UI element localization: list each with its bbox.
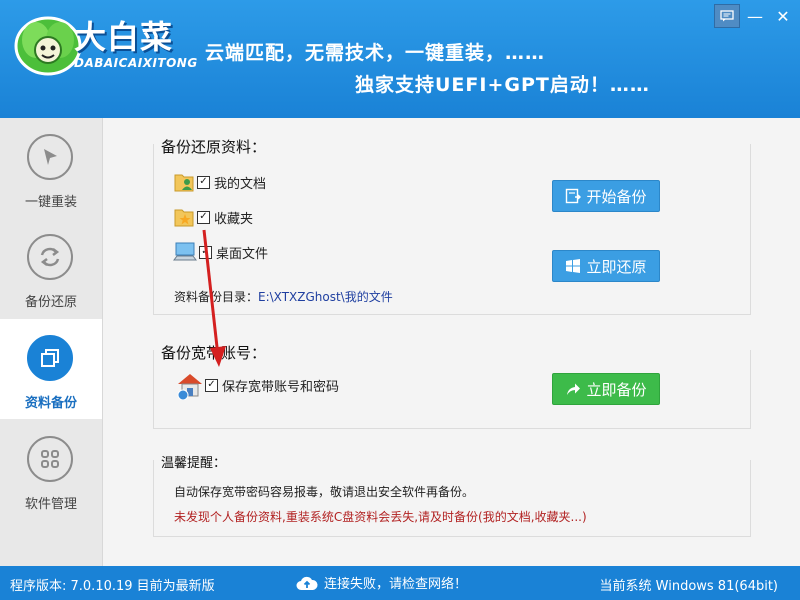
- backup-item-my-documents: ✓ 我的文档: [173, 170, 266, 194]
- sidebar-item-data-backup[interactable]: 资料备份: [0, 319, 102, 419]
- message-icon: [720, 10, 734, 22]
- share-arrow-icon: [567, 383, 581, 395]
- backup-disk-icon: [566, 188, 582, 204]
- restore-now-label: 立即还原: [586, 257, 647, 276]
- start-backup-label: 开始备份: [586, 187, 647, 206]
- sidebar: 一键重装 备份还原 资料备份 软件管理: [0, 118, 103, 566]
- sidebar-item-one-key-reinstall[interactable]: 一键重装: [0, 118, 102, 218]
- connection-status[interactable]: 连接失败，请检查网络！: [296, 573, 467, 592]
- backup-item-favorites: ✓ 收藏夹: [173, 205, 253, 229]
- start-backup-button[interactable]: 开始备份: [552, 180, 660, 212]
- cloud-upload-icon: [296, 576, 318, 590]
- nav-icon-circle: [27, 436, 73, 482]
- windows-logo-icon: [566, 259, 581, 273]
- nav-icon-circle: [27, 335, 73, 381]
- sidebar-item-backup-restore[interactable]: 备份还原: [0, 218, 102, 318]
- status-bar: 程序版本: 7.0.10.19 目前为最新版 连接失败，请检查网络！ 当前系统 …: [0, 566, 800, 600]
- sidebar-item-software-manage[interactable]: 软件管理: [0, 420, 102, 520]
- tip-line-2: 未发现个人备份资料,重装系统C盘资料会丢失,请及时备份(我的文档,收藏夹...): [174, 510, 587, 524]
- user-folder-icon: [174, 174, 194, 192]
- annotation-arrow-icon: [202, 229, 226, 367]
- favorites-label: 收藏夹: [214, 211, 254, 227]
- close-button[interactable]: ✕: [770, 4, 796, 28]
- broadband-item-label: 保存宽带账号和密码: [222, 379, 340, 395]
- grid-dots-icon: [41, 450, 59, 468]
- broadband-item: ✓ 保存宽带账号和密码: [175, 370, 339, 400]
- star-folder-icon: [174, 209, 194, 227]
- tip-line-1: 自动保存宽带密码容易报毒，敬请退出安全软件再备份。: [174, 485, 475, 499]
- house-network-icon: [177, 374, 202, 400]
- minimize-button[interactable]: —: [742, 4, 768, 28]
- broadband-checkbox[interactable]: ✓: [205, 378, 218, 392]
- my-documents-checkbox[interactable]: ✓: [197, 175, 210, 189]
- refresh-cycle-icon: [40, 247, 60, 267]
- my-documents-label: 我的文档: [214, 176, 267, 192]
- backup-now-button[interactable]: 立即备份: [552, 373, 660, 405]
- sidebar-item-label: 一键重装: [24, 195, 77, 210]
- system-text: 当前系统 Windows 81(64bit): [599, 579, 778, 594]
- connection-text: 连接失败，请检查网络！: [324, 577, 468, 592]
- sidebar-item-label: 资料备份: [24, 396, 77, 411]
- cursor-arrow-icon: [44, 149, 57, 165]
- sidebar-item-label: 备份还原: [24, 295, 77, 310]
- backup-directory-value[interactable]: E:\XTXZGhost\我的文件: [258, 290, 393, 304]
- nav-icon-circle: [27, 234, 73, 280]
- message-button[interactable]: [714, 4, 740, 28]
- version-text: 程序版本: 7.0.10.19 目前为最新版: [10, 579, 215, 594]
- slogan-line1: 云端匹配，无需技术，一键重装，……: [205, 42, 546, 64]
- copy-windows-icon: [41, 349, 59, 367]
- brand-title: 大白菜: [74, 18, 174, 56]
- window-controls: — ✕: [714, 4, 796, 28]
- backup-now-label: 立即备份: [586, 380, 647, 399]
- slogan-line2: 独家支持UEFI+GPT启动！……: [355, 74, 650, 96]
- sidebar-item-label: 软件管理: [24, 497, 77, 512]
- header: 大白菜 DABAICAIXITONG 云端匹配，无需技术，一键重装，…… 独家支…: [0, 0, 800, 118]
- favorites-checkbox[interactable]: ✓: [197, 210, 210, 224]
- brand-subtitle: DABAICAIXITONG: [74, 56, 198, 70]
- nav-icon-circle: [27, 134, 73, 180]
- restore-now-button[interactable]: 立即还原: [552, 250, 660, 282]
